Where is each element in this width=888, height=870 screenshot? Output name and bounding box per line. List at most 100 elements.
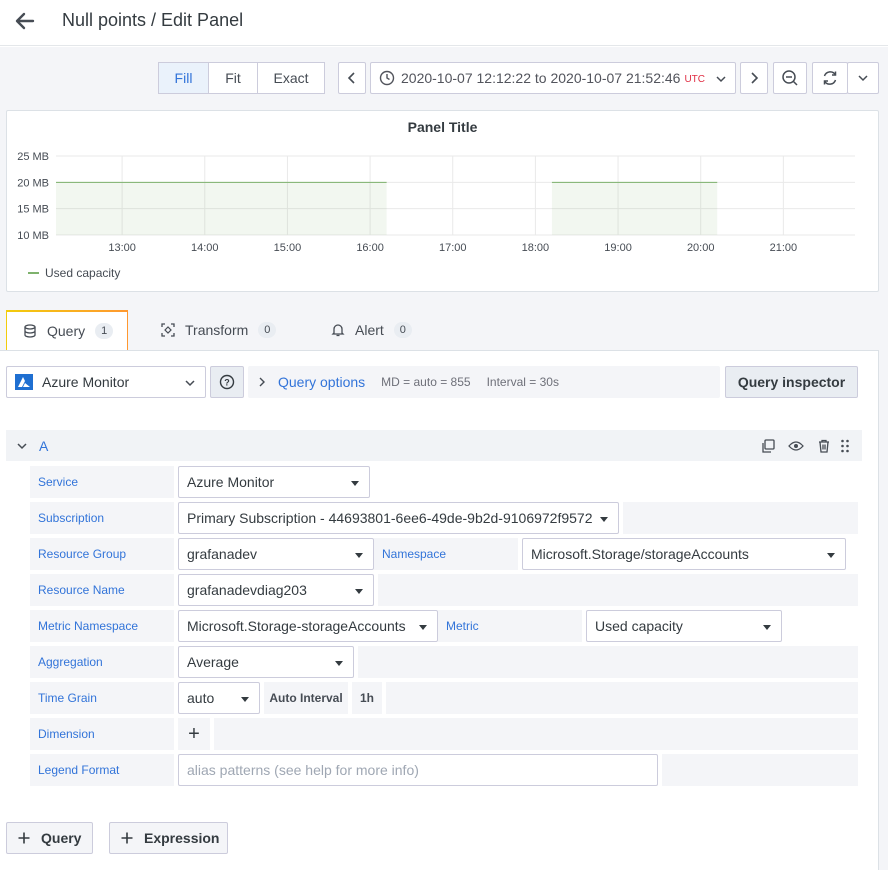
time-range-text: 2020-10-07 12:12:22 to 2020-10-07 21:52:…: [401, 70, 681, 86]
legend-format-input[interactable]: alias patterns (see help for more info): [178, 754, 658, 786]
legend-format-label: Legend Format: [30, 754, 174, 786]
tab-transform-count: 0: [258, 322, 277, 338]
zoom-out-button[interactable]: [773, 62, 807, 94]
query-row-header: A: [6, 430, 862, 461]
subscription-select[interactable]: Primary Subscription - 44693801-6ee6-49d…: [178, 502, 619, 534]
metric-select[interactable]: Used capacity: [586, 610, 782, 642]
copy-icon[interactable]: [761, 439, 775, 453]
x-tick-label: 20:00: [687, 242, 715, 254]
y-tick-label: 20 MB: [17, 177, 49, 189]
chevron-down-icon[interactable]: [17, 442, 27, 450]
chevron-left-icon: [347, 72, 355, 84]
time-forward-button[interactable]: [740, 62, 768, 94]
eye-icon[interactable]: [788, 440, 804, 452]
subscription-label: Subscription: [30, 502, 174, 534]
refresh-interval-dropdown[interactable]: [847, 62, 879, 94]
plus-icon: [121, 832, 133, 844]
aggregation-label: Aggregation: [30, 646, 174, 678]
tab-transform[interactable]: Transform 0: [161, 310, 277, 350]
time-back-button[interactable]: [338, 62, 366, 94]
x-tick-label: 13:00: [108, 242, 136, 254]
bell-icon: [331, 324, 345, 337]
chevron-down-icon: [716, 76, 726, 83]
chevron-down-icon: [858, 75, 868, 82]
metric-namespace-label: Metric Namespace: [30, 610, 174, 642]
service-value: Azure Monitor: [187, 474, 275, 490]
aggregation-select[interactable]: Average: [178, 646, 354, 678]
datasource-name: Azure Monitor: [42, 374, 130, 390]
row-filler: [623, 502, 858, 534]
legend-item: Used capacity: [45, 266, 120, 280]
add-query-button[interactable]: Query: [6, 822, 93, 854]
question-circle-icon: ?: [219, 374, 235, 390]
zoom-out-icon: [782, 70, 798, 86]
row-filler: [386, 682, 858, 714]
timezone-badge: UTC: [684, 74, 706, 85]
refresh-button[interactable]: [812, 62, 848, 94]
series-area: [551, 182, 718, 235]
namespace-select[interactable]: Microsoft.Storage/storageAccounts: [522, 538, 846, 570]
x-tick-label: 15:00: [274, 242, 302, 254]
x-tick-label: 19:00: [604, 242, 632, 254]
resource-group-label: Resource Group: [30, 538, 174, 570]
tab-query-label: Query: [47, 323, 86, 339]
time-grain-label: Time Grain: [30, 682, 174, 714]
tab-query[interactable]: Query 1: [6, 310, 128, 350]
metric-namespace-select[interactable]: Microsoft.Storage-storageAccounts: [178, 610, 438, 642]
arrow-left-icon[interactable]: [12, 8, 38, 34]
query-options-label: Query options: [278, 374, 366, 390]
add-expression-button[interactable]: Expression: [109, 822, 228, 854]
tab-transform-label: Transform: [185, 322, 249, 338]
drag-handle-icon[interactable]: [840, 439, 850, 453]
chevron-down-icon: [185, 380, 195, 387]
time-range-picker[interactable]: 2020-10-07 12:12:22 to 2020-10-07 21:52:…: [370, 62, 736, 94]
x-tick-label: 16:00: [356, 242, 384, 254]
caret-down-icon: [763, 625, 771, 630]
subscription-value: Primary Subscription - 44693801-6ee6-49d…: [187, 510, 593, 526]
database-icon: [24, 324, 36, 338]
page-title: Null points / Edit Panel: [62, 10, 244, 30]
dimension-label: Dimension: [30, 718, 174, 750]
azure-logo-icon: [15, 374, 33, 390]
x-tick-label: 21:00: [770, 242, 798, 254]
panel-preview: Panel Title 25 MB 20 MB 15 MB 10 MB 13:00 14:…: [6, 110, 879, 292]
query-ref-id[interactable]: A: [39, 438, 48, 454]
x-tick-label: 18:00: [522, 242, 550, 254]
time-grain-value: auto: [187, 690, 215, 706]
query-options-interval: Interval = 30s: [486, 375, 559, 389]
tab-alert[interactable]: Alert 0: [331, 310, 412, 350]
plus-icon: [18, 832, 30, 844]
resource-name-label: Resource Name: [30, 574, 174, 606]
editor-tabs: Query 1 Transform 0 Alert 0: [6, 310, 879, 350]
datasource-picker[interactable]: Azure Monitor: [6, 366, 206, 398]
auto-interval-value: 1h: [352, 682, 382, 714]
query-inspector-button[interactable]: Query inspector: [725, 366, 858, 398]
chevron-right-icon: [751, 72, 759, 84]
datasource-help-button[interactable]: ?: [210, 366, 244, 398]
metric-value: Used capacity: [595, 618, 683, 634]
resource-name-value: grafanadevdiag203: [187, 582, 307, 598]
row-filler: [214, 718, 858, 750]
add-query-label: Query: [41, 830, 82, 846]
aggregation-value: Average: [187, 654, 239, 670]
tab-alert-count: 0: [393, 322, 412, 338]
time-grain-select[interactable]: auto: [178, 682, 260, 714]
query-options-md: MD = auto = 855: [381, 375, 471, 389]
add-dimension-button[interactable]: +: [178, 718, 210, 750]
exact-mode-button[interactable]: Exact: [257, 62, 325, 94]
fill-mode-button[interactable]: Fill: [158, 62, 209, 94]
trash-icon[interactable]: [817, 439, 831, 453]
x-tick-label: 14:00: [191, 242, 219, 254]
graph-chart: 25 MB 20 MB 15 MB 10 MB 13:00 14:00 15:00 16:00…: [17, 151, 855, 280]
service-select[interactable]: Azure Monitor: [178, 466, 370, 498]
resource-group-select[interactable]: grafanadev: [178, 538, 374, 570]
metric-label: Metric: [438, 610, 582, 642]
fit-mode-button[interactable]: Fit: [208, 62, 258, 94]
display-mode-group: Fill Fit Exact: [158, 62, 325, 94]
caret-down-icon: [419, 625, 427, 630]
resource-name-select[interactable]: grafanadevdiag203: [178, 574, 374, 606]
query-options-bar[interactable]: Query options MD = auto = 855 Interval =…: [248, 366, 720, 398]
caret-down-icon: [827, 553, 835, 558]
add-expression-label: Expression: [144, 830, 220, 846]
resource-group-value: grafanadev: [187, 546, 258, 562]
